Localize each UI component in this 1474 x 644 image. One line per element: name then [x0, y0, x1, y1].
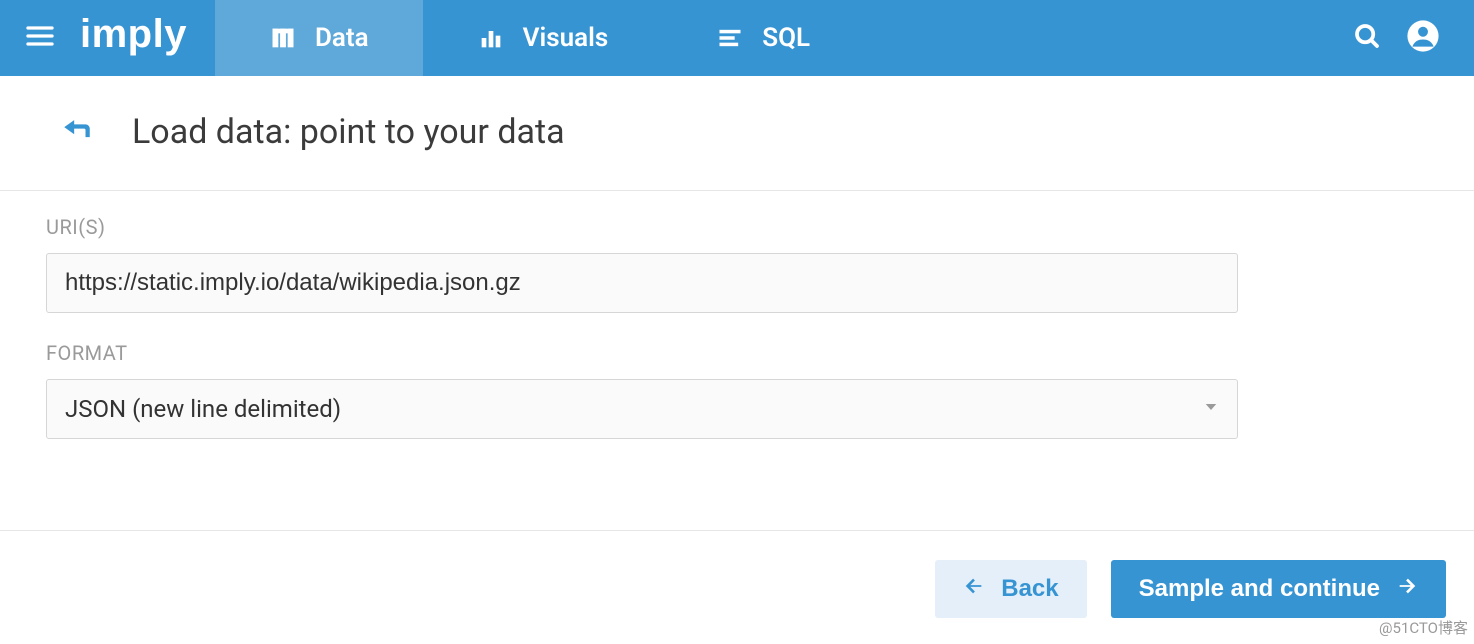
format-select[interactable]: JSON (new line delimited) — [46, 379, 1238, 439]
sql-icon — [716, 24, 744, 52]
brand-logo[interactable]: imply — [80, 0, 215, 76]
reply-arrow-icon — [60, 113, 94, 151]
format-label: FORMAT — [46, 341, 1428, 365]
hamburger-icon — [24, 20, 56, 56]
form-area: URI(S) FORMAT JSON (new line delimited) — [0, 191, 1474, 439]
back-button-label: Back — [1001, 575, 1058, 603]
account-button[interactable] — [1406, 19, 1440, 57]
uris-label: URI(S) — [46, 215, 1428, 239]
back-navigation[interactable] — [60, 113, 94, 151]
format-select-wrapper: JSON (new line delimited) — [46, 379, 1238, 439]
sample-continue-button[interactable]: Sample and continue — [1111, 560, 1446, 618]
tab-sql[interactable]: SQL — [662, 0, 864, 76]
nav-tabs: Data Visuals SQL — [215, 0, 1332, 76]
tab-label: Data — [315, 23, 369, 53]
uris-input[interactable] — [46, 253, 1238, 313]
arrow-right-icon — [1396, 575, 1418, 604]
back-button[interactable]: Back — [935, 560, 1086, 618]
visuals-icon — [477, 24, 505, 52]
nav-right — [1332, 0, 1474, 76]
uris-group: URI(S) — [46, 215, 1428, 313]
data-icon — [269, 24, 297, 52]
search-icon — [1352, 21, 1382, 55]
user-circle-icon — [1406, 19, 1440, 57]
tab-data[interactable]: Data — [215, 0, 423, 76]
chevron-down-icon — [1202, 398, 1220, 420]
search-button[interactable] — [1352, 21, 1382, 55]
format-selected-value: JSON (new line delimited) — [65, 395, 341, 423]
page-title: Load data: point to your data — [132, 112, 565, 152]
tab-visuals[interactable]: Visuals — [423, 0, 663, 76]
footer-actions: Back Sample and continue — [935, 560, 1446, 618]
tab-label: SQL — [762, 23, 810, 53]
format-group: FORMAT JSON (new line delimited) — [46, 341, 1428, 439]
page-header: Load data: point to your data — [0, 76, 1474, 191]
tab-label: Visuals — [523, 23, 609, 53]
watermark: @51CTO博客 — [1379, 617, 1468, 638]
arrow-left-icon — [963, 575, 985, 604]
continue-button-label: Sample and continue — [1139, 575, 1380, 603]
top-nav: imply Data Visuals — [0, 0, 1474, 76]
footer-divider — [0, 530, 1474, 531]
menu-button[interactable] — [0, 0, 80, 76]
